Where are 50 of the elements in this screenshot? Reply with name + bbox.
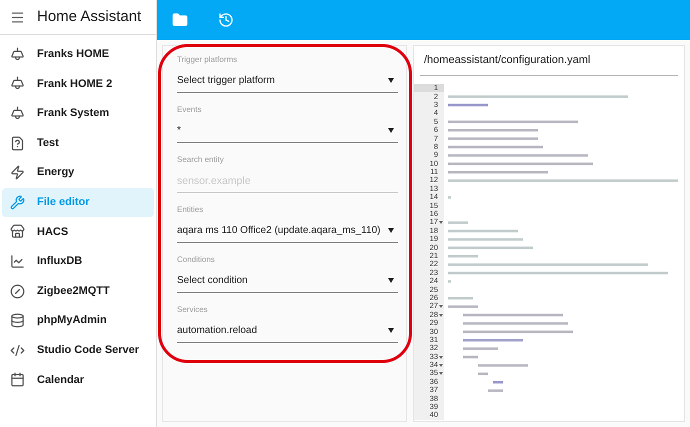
dropdown-caret-icon <box>388 128 394 133</box>
dropdown-caret-icon <box>388 278 394 283</box>
sidebar-item[interactable]: Frank System <box>2 99 154 128</box>
select-field[interactable]: Select condition <box>177 269 398 293</box>
sidebar-item[interactable]: HACS <box>2 218 154 246</box>
ceiling-lamp-icon <box>10 106 25 121</box>
ceiling-lamp-icon <box>10 46 25 62</box>
field-label: Search entity <box>177 154 225 166</box>
sidebar-item[interactable]: Energy <box>2 158 154 187</box>
fold-caret-icon[interactable] <box>439 372 443 376</box>
select-field[interactable]: aqara ms 110 Office2 (update.aqara_ms_110) <box>177 219 398 243</box>
fold-caret-icon[interactable] <box>439 221 443 224</box>
select-field[interactable]: * <box>177 119 398 143</box>
database-icon <box>10 313 25 328</box>
line-chart-icon <box>10 254 25 269</box>
sidebar-item[interactable]: InfluxDB <box>2 247 154 276</box>
field-label: Entities <box>177 204 204 216</box>
file-question-icon <box>10 136 25 151</box>
menu-icon[interactable] <box>10 10 25 24</box>
sidebar-item[interactable]: Zigbee2MQTT <box>2 276 154 306</box>
store-icon <box>10 224 25 240</box>
wrench-icon <box>10 194 25 210</box>
fold-caret-icon[interactable] <box>439 364 443 367</box>
fold-caret-icon[interactable] <box>439 305 443 308</box>
app-title: Home Assistant <box>37 6 142 27</box>
dropdown-caret-icon <box>388 228 394 233</box>
select-field[interactable]: Select trigger platform <box>177 69 398 93</box>
dropdown-caret-icon <box>388 328 394 333</box>
dropdown-caret-icon <box>388 78 394 83</box>
sidebar-item[interactable]: Franks HOME <box>2 40 154 69</box>
ceiling-lamp-icon <box>10 76 25 92</box>
field-label: Events <box>177 104 202 116</box>
calendar-icon <box>10 372 25 388</box>
history-icon[interactable] <box>218 12 234 28</box>
field-label: Services <box>177 304 209 316</box>
sidebar-item[interactable]: Studio Code Server <box>2 336 154 365</box>
fold-caret-icon[interactable] <box>439 356 443 358</box>
fold-caret-icon[interactable] <box>439 314 443 317</box>
sidebar-item[interactable]: phpMyAdmin <box>2 306 154 335</box>
sidebar-item[interactable]: Test <box>2 128 154 158</box>
field-label: Conditions <box>177 254 216 266</box>
code-icon <box>10 342 25 358</box>
file-path: /homeassistant/configuration.yaml <box>424 53 590 68</box>
slashed-circle-icon <box>10 284 25 299</box>
lightning-icon <box>10 165 25 180</box>
select-field[interactable]: automation.reload <box>177 319 398 343</box>
folder-icon[interactable] <box>172 12 188 28</box>
field-label: Trigger platforms <box>177 54 238 66</box>
sidebar-item[interactable]: Frank HOME 2 <box>2 70 154 98</box>
sidebar-item[interactable]: Calendar <box>2 366 154 394</box>
